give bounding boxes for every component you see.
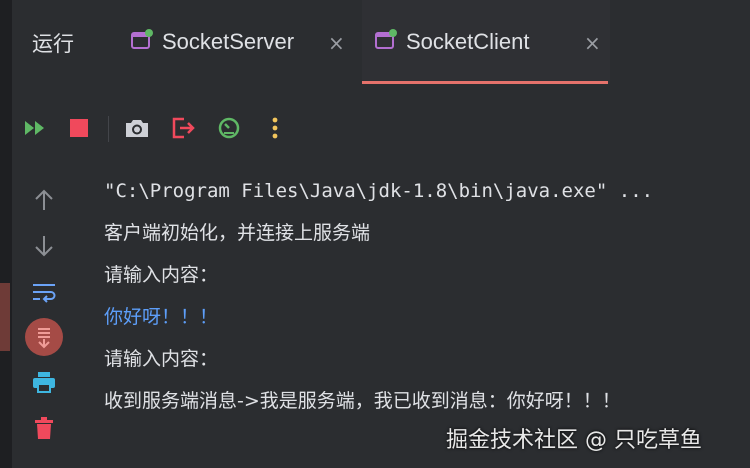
profiler-button[interactable]	[212, 108, 246, 148]
run-config-icon	[375, 29, 397, 49]
rerun-icon	[25, 121, 44, 135]
toolbar-divider	[108, 116, 109, 142]
soft-wrap-icon	[33, 284, 56, 303]
down-button[interactable]	[26, 228, 62, 264]
scroll-marker	[0, 283, 10, 351]
close-icon[interactable]: ×	[584, 31, 601, 55]
stop-button[interactable]	[62, 108, 96, 148]
delete-icon	[35, 417, 53, 439]
console-sidebar	[12, 176, 78, 468]
scroll-to-end-button[interactable]	[25, 318, 63, 356]
scroll-to-end-icon	[38, 328, 50, 349]
stop-icon	[70, 119, 88, 137]
run-tab-bar: 运行 SocketServer × SocketClient ×	[12, 0, 750, 84]
active-tab-underline	[362, 81, 608, 84]
more-button[interactable]	[258, 108, 292, 148]
profiler-icon	[218, 117, 240, 139]
print-icon	[33, 372, 55, 393]
console-line-user-input: 你好呀！！！	[104, 306, 219, 328]
down-arrow-icon	[35, 236, 53, 257]
more-icon	[272, 117, 278, 139]
run-toolbar	[12, 108, 750, 148]
screenshot-icon	[126, 120, 148, 137]
console-line-command: "C:\Program Files\Java\jdk-1.8\bin\java.…	[104, 180, 654, 202]
delete-button[interactable]	[26, 410, 62, 446]
tab-label: SocketServer	[162, 29, 295, 54]
soft-wrap-button[interactable]	[26, 274, 62, 310]
tab-socketserver[interactable]: SocketServer ×	[118, 0, 358, 84]
console-line-prompt: 请输入内容：	[104, 348, 219, 370]
exit-button[interactable]	[166, 108, 200, 148]
screenshot-button[interactable]	[120, 108, 154, 148]
run-panel-title: 运行	[32, 32, 74, 56]
tab-label: SocketClient	[406, 29, 530, 54]
left-edge-strip	[0, 0, 12, 468]
up-button[interactable]	[26, 182, 62, 218]
console-line: 客户端初始化，并连接上服务端	[104, 222, 371, 244]
run-config-icon	[131, 29, 153, 49]
console-output[interactable]: "C:\Program Files\Java\jdk-1.8\bin\java.…	[104, 176, 744, 428]
up-arrow-icon	[35, 189, 53, 210]
console-line-prompt: 请输入内容：	[104, 264, 219, 286]
rerun-button[interactable]	[18, 108, 52, 148]
close-icon[interactable]: ×	[328, 31, 345, 55]
tab-socketclient[interactable]: SocketClient ×	[362, 0, 610, 84]
watermark: 掘金技术社区 @ 只吃草鱼	[446, 428, 702, 453]
print-button[interactable]	[26, 364, 62, 400]
exit-icon	[172, 117, 195, 139]
